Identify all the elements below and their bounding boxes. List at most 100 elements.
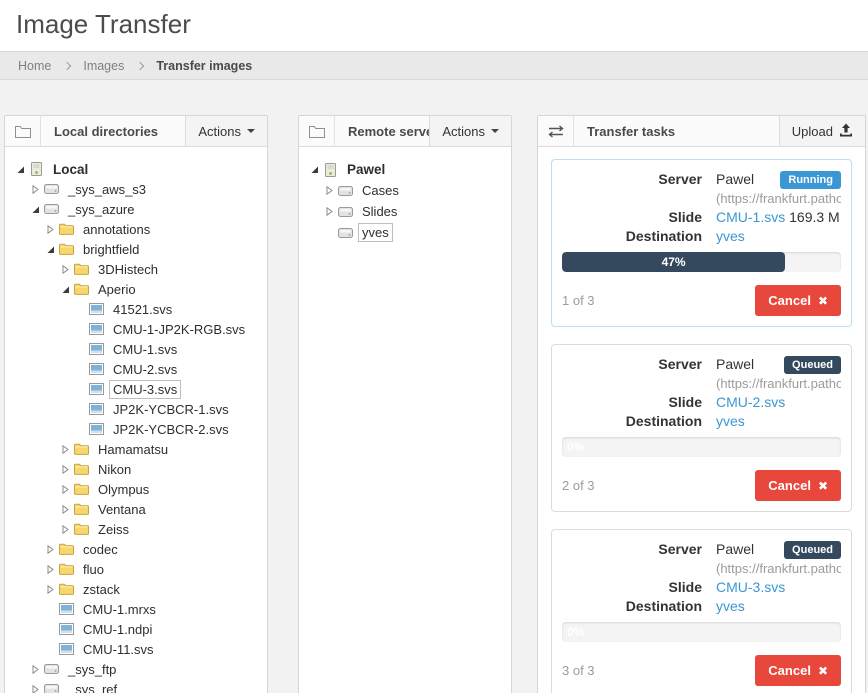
tree-item-label[interactable]: CMU-1.mrxs bbox=[79, 600, 160, 619]
folder-icon bbox=[57, 243, 76, 255]
collapse-caret-icon[interactable] bbox=[28, 185, 42, 194]
destination-link[interactable]: yves bbox=[716, 598, 745, 614]
folder-icon bbox=[72, 523, 91, 535]
server-name: Pawel bbox=[716, 171, 754, 187]
tree-item-label[interactable]: CMU-1-JP2K-RGB.svs bbox=[109, 320, 249, 339]
collapse-caret-icon[interactable] bbox=[43, 225, 57, 234]
card-line: Slide CMU-3.svs bbox=[562, 578, 841, 597]
tree-item-label[interactable]: CMU-11.svs bbox=[79, 640, 158, 659]
slide-label: Slide bbox=[562, 578, 702, 597]
tree-item-label[interactable]: yves bbox=[358, 223, 393, 242]
expand-caret-icon[interactable] bbox=[58, 285, 72, 294]
destination-link[interactable]: yves bbox=[716, 228, 745, 244]
tree-item-label[interactable]: CMU-1.svs bbox=[109, 340, 181, 359]
tree-item-label[interactable]: CMU-3.svs bbox=[109, 380, 181, 399]
tree-item-label[interactable]: _sys_ref bbox=[64, 680, 121, 693]
slide-size: 169.3 M bbox=[789, 209, 840, 225]
local-directories-header: Local directories Actions bbox=[5, 116, 267, 147]
tree-item-label[interactable]: Nikon bbox=[94, 460, 135, 479]
collapse-caret-icon[interactable] bbox=[43, 565, 57, 574]
field-value: (https://frankfurt.pathom bbox=[716, 559, 841, 578]
tree-item-jp2k-ycbcr-1-svs: JP2K-YCBCR-1.svs bbox=[9, 399, 263, 419]
folder-icon bbox=[72, 483, 91, 495]
page-header: Image Transfer bbox=[0, 0, 868, 51]
slide-link[interactable]: CMU-2.svs bbox=[716, 394, 785, 410]
field-value: yves bbox=[716, 597, 841, 616]
folder-icon bbox=[72, 443, 91, 455]
tree-item-label[interactable]: CMU-1.ndpi bbox=[79, 620, 156, 639]
tree-item-label[interactable]: Zeiss bbox=[94, 520, 133, 539]
cancel-button[interactable]: Cancel✖ bbox=[755, 285, 841, 316]
tree-item-cmu-1-ndpi: CMU-1.ndpi bbox=[9, 619, 263, 639]
tree-item-label[interactable]: Hamamatsu bbox=[94, 440, 172, 459]
cancel-button[interactable]: Cancel✖ bbox=[755, 470, 841, 501]
collapse-caret-icon[interactable] bbox=[322, 186, 336, 195]
tree-item-label[interactable]: Slides bbox=[358, 202, 401, 221]
collapse-caret-icon[interactable] bbox=[58, 505, 72, 514]
collapse-caret-icon[interactable] bbox=[58, 525, 72, 534]
tree-item-label[interactable]: JP2K-YCBCR-1.svs bbox=[109, 400, 233, 419]
server-name: Pawel bbox=[716, 356, 754, 372]
tree-item-cmu-11-svs: CMU-11.svs bbox=[9, 639, 263, 659]
collapse-caret-icon[interactable] bbox=[28, 665, 42, 674]
tree-item-label[interactable]: CMU-2.svs bbox=[109, 360, 181, 379]
upload-button[interactable]: Upload bbox=[779, 116, 865, 146]
expand-caret-icon[interactable] bbox=[43, 245, 57, 254]
tree-item-label[interactable]: 3DHistech bbox=[94, 260, 162, 279]
tree-item-label[interactable]: brightfield bbox=[79, 240, 143, 259]
expand-caret-icon[interactable] bbox=[307, 165, 321, 174]
expand-caret-icon[interactable] bbox=[13, 165, 27, 174]
tree-item-label[interactable]: Local bbox=[49, 160, 92, 179]
card-line: (https://frankfurt.pathom bbox=[562, 374, 841, 393]
field-value: CMU-2.svs bbox=[716, 393, 841, 412]
tree-item-label[interactable]: _sys_azure bbox=[64, 200, 138, 219]
tree-item-label[interactable]: Olympus bbox=[94, 480, 153, 499]
collapse-caret-icon[interactable] bbox=[43, 545, 57, 554]
collapse-caret-icon[interactable] bbox=[58, 465, 72, 474]
tree-item-label[interactable]: codec bbox=[79, 540, 122, 559]
server-icon bbox=[321, 163, 340, 177]
collapse-caret-icon[interactable] bbox=[322, 207, 336, 216]
remote-actions-button[interactable]: Actions bbox=[429, 116, 511, 146]
status-badge: Running bbox=[780, 171, 841, 189]
collapse-caret-icon[interactable] bbox=[58, 485, 72, 494]
collapse-caret-icon[interactable] bbox=[58, 445, 72, 454]
transfer-tasks-panel: Transfer tasks Upload RunningServerPawel… bbox=[537, 115, 866, 693]
empty-label bbox=[562, 189, 702, 208]
breadcrumb-item-images[interactable]: Images bbox=[83, 59, 124, 73]
cancel-button[interactable]: Cancel✖ bbox=[755, 655, 841, 686]
task-card: RunningServerPawel(https://frankfurt.pat… bbox=[551, 159, 852, 327]
tree-item-label[interactable]: fluo bbox=[79, 560, 108, 579]
folder-icon bbox=[72, 503, 91, 515]
breadcrumb: HomeImagesTransfer images bbox=[0, 51, 868, 80]
tree-item-label[interactable]: JP2K-YCBCR-2.svs bbox=[109, 420, 233, 439]
drive-icon bbox=[336, 207, 355, 217]
tree-item-label[interactable]: Pawel bbox=[343, 160, 389, 179]
slide-link[interactable]: CMU-3.svs bbox=[716, 579, 785, 595]
tree-item-label[interactable]: Aperio bbox=[94, 280, 140, 299]
tree-item-codec: codec bbox=[9, 539, 263, 559]
tree-item-label[interactable]: _sys_ftp bbox=[64, 660, 120, 679]
destination-label: Destination bbox=[562, 597, 702, 616]
collapse-caret-icon[interactable] bbox=[43, 585, 57, 594]
folder-icon bbox=[72, 283, 91, 295]
slide-link[interactable]: CMU-1.svs bbox=[716, 209, 785, 225]
transfer-tasks-header: Transfer tasks Upload bbox=[538, 116, 865, 147]
collapse-caret-icon[interactable] bbox=[58, 265, 72, 274]
folder-icon bbox=[72, 263, 91, 275]
empty-label bbox=[562, 374, 702, 393]
task-card: QueuedServerPawel(https://frankfurt.path… bbox=[551, 529, 852, 693]
tree-item-label[interactable]: Cases bbox=[358, 181, 403, 200]
image-file-icon bbox=[87, 343, 106, 355]
destination-link[interactable]: yves bbox=[716, 413, 745, 429]
local-actions-button[interactable]: Actions bbox=[185, 116, 267, 146]
tree-item-label[interactable]: annotations bbox=[79, 220, 154, 239]
breadcrumb-item-home[interactable]: Home bbox=[18, 59, 51, 73]
tree-item-label[interactable]: zstack bbox=[79, 580, 124, 599]
tree-item-label[interactable]: 41521.svs bbox=[109, 300, 176, 319]
tree-item-cmu-2-svs: CMU-2.svs bbox=[9, 359, 263, 379]
collapse-caret-icon[interactable] bbox=[28, 685, 42, 693]
tree-item-label[interactable]: _sys_aws_s3 bbox=[64, 180, 150, 199]
expand-caret-icon[interactable] bbox=[28, 205, 42, 214]
tree-item-label[interactable]: Ventana bbox=[94, 500, 150, 519]
